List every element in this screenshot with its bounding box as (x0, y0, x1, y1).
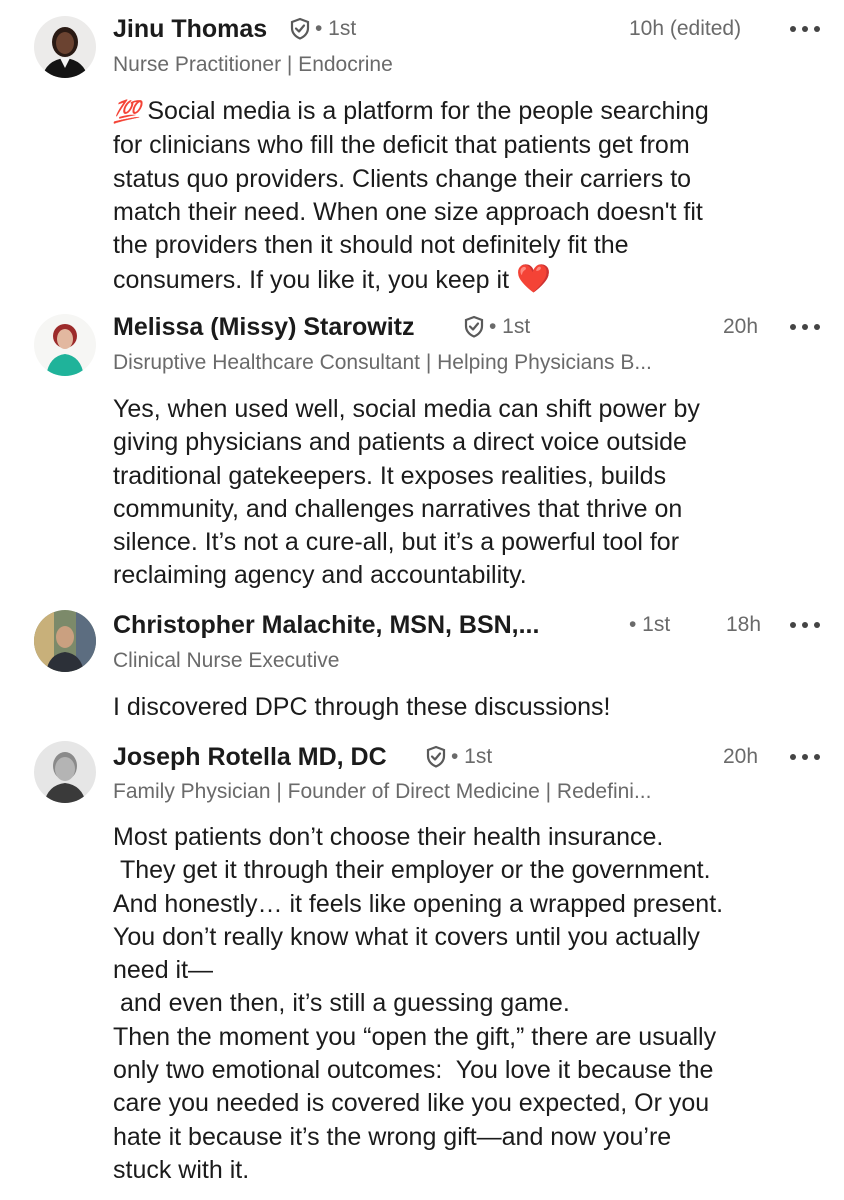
hundred-points-emoji: 💯 (113, 100, 141, 125)
comment-text: Yes, when used well, social media can sh… (113, 395, 700, 590)
author-headline: Family Physician | Founder of Direct Med… (113, 780, 652, 803)
more-options-icon[interactable] (790, 740, 820, 774)
avatar[interactable] (34, 314, 96, 376)
red-heart-emoji: ❤️ (515, 262, 551, 296)
timestamp: 18h (726, 613, 762, 636)
comment-text: I discovered DPC through these discussio… (113, 693, 611, 721)
author-headline: Nurse Practitioner | Endocrine (113, 53, 393, 76)
timestamp: 20h (723, 745, 759, 768)
author-name[interactable]: Melissa (Missy) Starowitz (113, 310, 414, 344)
verified-shield-icon (464, 316, 484, 339)
comment-text: Most patients don’t choose their health … (113, 823, 724, 1184)
verified-shield-icon (290, 18, 310, 41)
connection-degree: • 1st (451, 745, 493, 768)
more-options-icon[interactable] (790, 608, 820, 642)
more-options-icon[interactable] (790, 12, 820, 46)
author-headline: Disruptive Healthcare Consultant | Helpi… (113, 351, 652, 374)
more-options-icon[interactable] (790, 310, 820, 344)
connection-degree: • 1st (489, 315, 531, 338)
author-name[interactable]: Christopher Malachite, MSN, BSN,... (113, 608, 539, 642)
author-name[interactable]: Jinu Thomas (113, 12, 267, 46)
author-headline: Clinical Nurse Executive (113, 649, 340, 672)
timestamp: 10h (edited) (629, 17, 742, 40)
connection-degree: • 1st (315, 17, 357, 40)
avatar[interactable] (34, 16, 96, 78)
avatar[interactable] (34, 610, 96, 672)
author-name[interactable]: Joseph Rotella MD, DC (113, 740, 387, 774)
avatar[interactable] (34, 741, 96, 803)
verified-shield-icon (426, 746, 446, 769)
connection-degree: • 1st (629, 613, 671, 636)
comment-text: 💯 Social media is a platform for the peo… (113, 97, 709, 296)
timestamp: 20h (723, 315, 759, 338)
